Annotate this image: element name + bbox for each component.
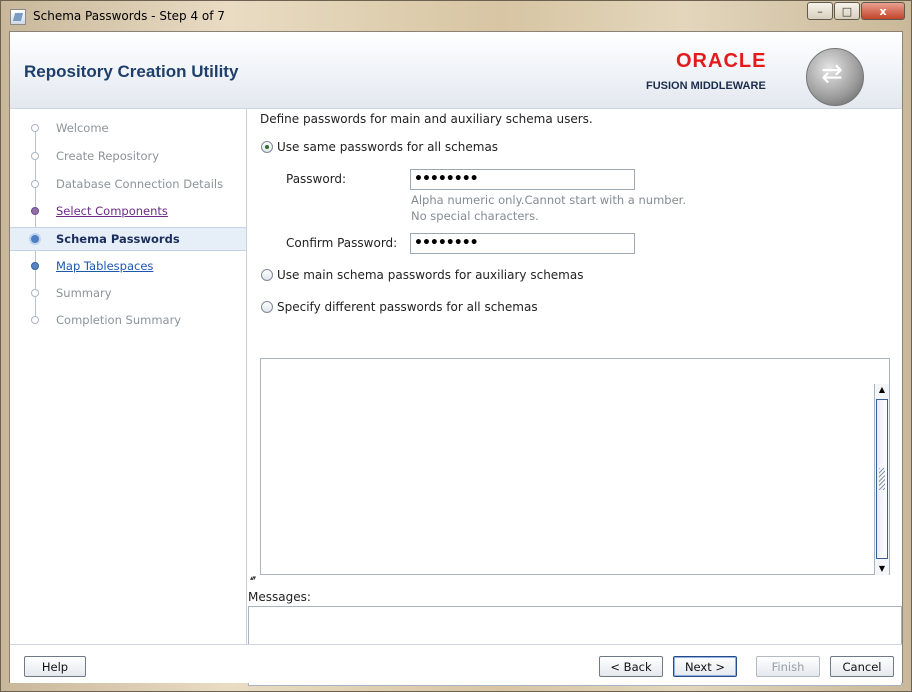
- nav-step-label: Welcome: [56, 121, 109, 135]
- nav-step-schema-passwords: Schema Passwords: [10, 227, 246, 251]
- next-button[interactable]: Next >: [673, 656, 737, 677]
- nav-step-label: Schema Passwords: [56, 232, 180, 246]
- app-title: Repository Creation Utility: [24, 62, 239, 81]
- wizard-steps-nav: Welcome Create Repository Database Conne…: [10, 109, 247, 644]
- step-dot-icon: [31, 152, 39, 160]
- step-dot-icon: [31, 207, 39, 215]
- back-button[interactable]: < Back: [599, 656, 663, 677]
- nav-step-welcome: Welcome: [10, 117, 246, 139]
- client-area: Repository Creation Utility ORACLE FUSIO…: [9, 31, 903, 686]
- scroll-thumb[interactable]: [876, 399, 888, 559]
- nav-step-map-tablespaces[interactable]: Map Tablespaces: [10, 255, 246, 277]
- step-dot-icon: [31, 289, 39, 297]
- option-same-passwords-label[interactable]: Use same passwords for all schemas: [277, 140, 498, 154]
- current-step-icon: [29, 233, 41, 245]
- scroll-down-icon[interactable]: ▼: [876, 563, 888, 575]
- password-field[interactable]: ••••••••: [410, 169, 635, 190]
- app-icon: [10, 9, 26, 25]
- close-button[interactable]: x: [861, 2, 905, 20]
- nav-step-label: Completion Summary: [56, 313, 182, 327]
- help-button[interactable]: Help: [24, 656, 86, 677]
- nav-step-completion-summary: Completion Summary: [10, 309, 246, 331]
- nav-step-label: Create Repository: [56, 149, 160, 163]
- radio-button[interactable]: [261, 269, 273, 281]
- maximize-button[interactable]: □: [834, 2, 860, 20]
- minimize-button[interactable]: –: [807, 2, 833, 20]
- radio-button[interactable]: [261, 301, 273, 313]
- radio-button-checked[interactable]: [261, 141, 273, 153]
- confirm-password-label: Confirm Password:: [286, 236, 398, 250]
- window-title: Schema Passwords - Step 4 of 7: [33, 9, 225, 23]
- title-bar[interactable]: Schema Passwords - Step 4 of 7 – □ x: [1, 1, 911, 31]
- schema-password-table-panel: ▲ ▼: [260, 358, 890, 575]
- option-main-passwords[interactable]: Use main schema passwords for auxiliary …: [261, 268, 583, 282]
- option-main-passwords-label[interactable]: Use main schema passwords for auxiliary …: [277, 268, 583, 282]
- fusion-globe-icon: [806, 48, 864, 106]
- step-dot-icon: [31, 262, 39, 270]
- password-label: Password:: [286, 172, 347, 186]
- nav-step-label: Database Connection Details: [56, 177, 224, 191]
- vertical-scrollbar[interactable]: ▲ ▼: [874, 384, 889, 575]
- nav-step-label[interactable]: Select Components: [56, 204, 168, 218]
- splitter-handle[interactable]: [248, 574, 902, 585]
- confirm-password-field[interactable]: ••••••••: [410, 233, 635, 254]
- main-content: Define passwords for main and auxiliary …: [248, 109, 902, 686]
- nav-step-create-repository: Create Repository: [10, 145, 246, 167]
- option-different-passwords[interactable]: Specify different passwords for all sche…: [261, 300, 538, 314]
- cancel-button[interactable]: Cancel: [830, 656, 894, 677]
- finish-button: Finish: [756, 656, 820, 677]
- button-bar: Help < Back Next > Finish Cancel: [10, 644, 902, 683]
- nav-step-label: Summary: [56, 286, 112, 300]
- option-same-passwords[interactable]: Use same passwords for all schemas: [261, 140, 498, 154]
- nav-step-summary: Summary: [10, 282, 246, 304]
- header-banner: Repository Creation Utility ORACLE FUSIO…: [10, 32, 902, 109]
- nav-step-label[interactable]: Map Tablespaces: [56, 259, 153, 273]
- messages-label: Messages:: [248, 590, 311, 604]
- nav-step-database-connection: Database Connection Details: [10, 173, 246, 195]
- nav-step-select-components[interactable]: Select Components: [10, 200, 246, 222]
- window-controls: – □ x: [806, 2, 905, 20]
- scroll-up-icon[interactable]: ▲: [876, 384, 888, 396]
- rcu-window: Schema Passwords - Step 4 of 7 – □ x Rep…: [0, 0, 912, 692]
- oracle-logo: ORACLE: [676, 50, 767, 72]
- password-hint-line1: Alpha numeric only.Cannot start with a n…: [411, 193, 686, 207]
- intro-text: Define passwords for main and auxiliary …: [260, 112, 593, 126]
- password-hint-line2: No special characters.: [411, 209, 539, 223]
- step-dot-icon: [31, 180, 39, 188]
- option-different-passwords-label[interactable]: Specify different passwords for all sche…: [277, 300, 538, 314]
- step-dot-icon: [31, 124, 39, 132]
- fusion-middleware-logo: FUSION MIDDLEWARE: [646, 80, 766, 92]
- step-dot-icon: [31, 316, 39, 324]
